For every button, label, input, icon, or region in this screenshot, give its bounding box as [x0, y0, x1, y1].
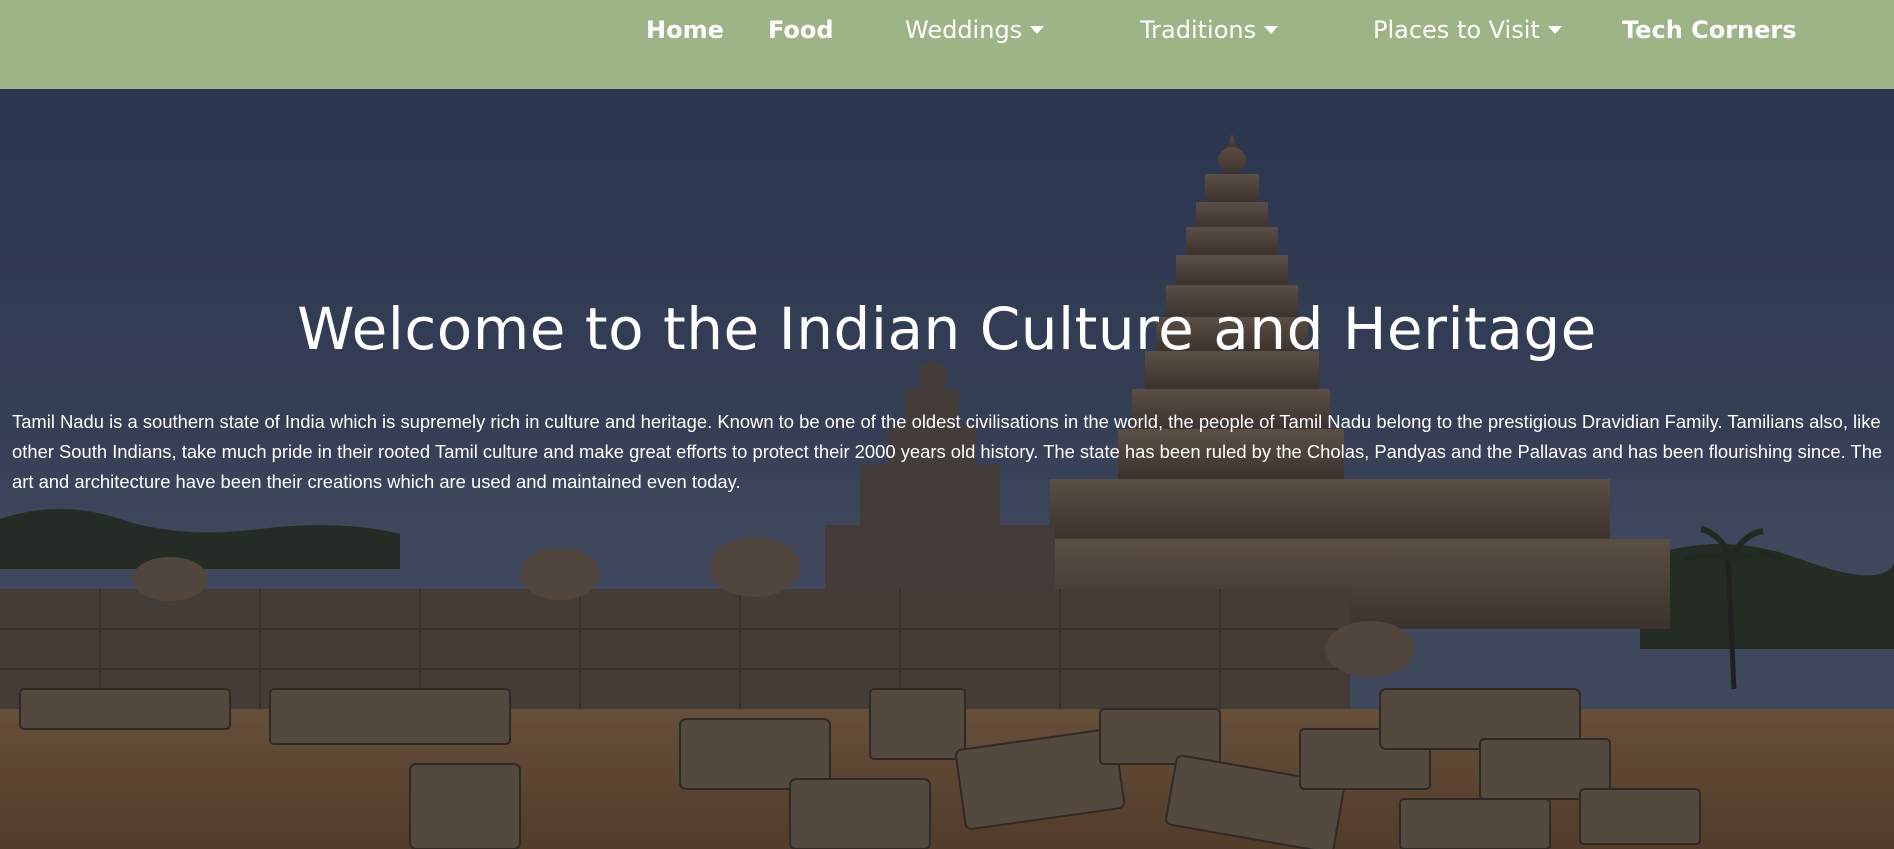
hero-title: Welcome to the Indian Culture and Herita…	[297, 295, 1597, 363]
nav-tech-corners-label: Tech Corners	[1622, 16, 1797, 44]
nav-food-link[interactable]: Food	[768, 14, 834, 46]
nav-weddings-label: Weddings	[905, 16, 1023, 44]
caret-down-icon	[1547, 26, 1562, 34]
nav-tech-corners-link[interactable]: Tech Corners	[1622, 14, 1797, 46]
nav-weddings-dropdown[interactable]: Weddings	[905, 14, 1045, 46]
nav-traditions-label: Traditions	[1140, 16, 1257, 44]
nav-places-label: Places to Visit	[1373, 16, 1540, 44]
top-navbar: Home Food Weddings Traditions Places to …	[0, 0, 1894, 89]
nav-home-link[interactable]: Home	[646, 14, 724, 46]
hero-section: Welcome to the Indian Culture and Herita…	[0, 89, 1894, 849]
nav-traditions-dropdown[interactable]: Traditions	[1140, 14, 1279, 46]
nav-places-dropdown[interactable]: Places to Visit	[1373, 14, 1562, 46]
hero-description: Tamil Nadu is a southern state of India …	[12, 411, 1883, 492]
caret-down-icon	[1264, 26, 1279, 34]
nav-home-label: Home	[646, 16, 724, 44]
caret-down-icon	[1030, 26, 1045, 34]
nav-food-label: Food	[768, 16, 834, 44]
